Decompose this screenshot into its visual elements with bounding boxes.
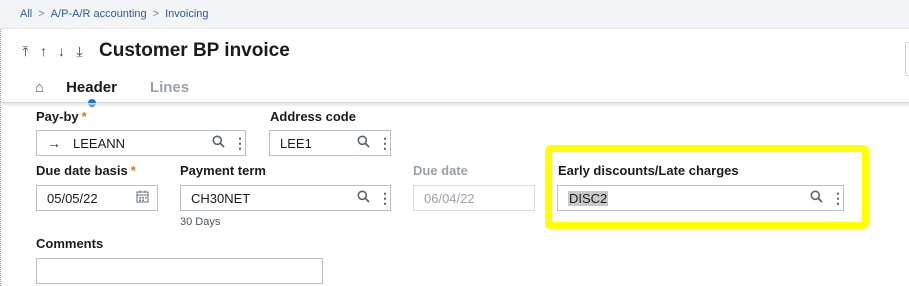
pay-by-value: LEEANN <box>73 135 126 151</box>
address-code-label: Address code <box>270 109 356 124</box>
search-icon[interactable] <box>212 135 225 151</box>
tab-bar: ⌂ Header Lines <box>0 73 909 107</box>
due-date-basis-label-text: Due date basis <box>36 163 128 178</box>
header-shadow <box>0 103 909 107</box>
comments-label: Comments <box>36 236 104 251</box>
pay-by-label-text: Pay-by <box>36 109 79 124</box>
search-icon[interactable] <box>357 135 370 151</box>
breadcrumb-separator: > <box>38 8 45 20</box>
due-date-field: 06/04/22 <box>413 185 535 211</box>
breadcrumb-all[interactable]: All <box>20 8 32 20</box>
required-marker: * <box>130 163 136 178</box>
side-panel-edge[interactable] <box>905 42 909 76</box>
due-date-value: 06/04/22 <box>424 190 475 206</box>
home-icon[interactable]: ⌂ <box>35 79 44 96</box>
breadcrumb-ap-ar-accounting[interactable]: A/P-A/R accounting <box>51 8 147 20</box>
payment-term-description: 30 Days <box>180 216 221 228</box>
required-marker: * <box>81 109 87 124</box>
more-options-icon[interactable]: ⋮ <box>378 190 392 207</box>
due-date-label: Due date <box>413 163 468 178</box>
comments-field[interactable] <box>36 258 323 284</box>
due-date-basis-field[interactable]: 05/05/22 <box>36 185 158 211</box>
pay-by-field[interactable]: → LEEANN ⋮ <box>36 130 247 156</box>
payment-term-value: CH30NET <box>191 190 251 206</box>
more-options-icon[interactable]: ⋮ <box>378 135 392 152</box>
address-code-value: LEE1 <box>280 135 312 151</box>
breadcrumb: All > A/P-A/R accounting > Invoicing <box>0 0 909 29</box>
due-date-basis-label: Due date basis * <box>36 163 136 178</box>
due-date-basis-value: 05/05/22 <box>47 190 98 206</box>
first-record-icon[interactable]: ⤒ <box>20 43 31 60</box>
title-bar: ⤒ ↑ ↓ ⤓ Customer BP invoice <box>0 29 909 73</box>
more-options-icon[interactable]: ⋮ <box>233 135 247 152</box>
tab-header-label: Header <box>66 79 117 96</box>
payment-term-label: Payment term <box>180 163 266 178</box>
search-icon[interactable] <box>357 190 370 206</box>
record-navigation: ⤒ ↑ ↓ ⤓ <box>20 43 85 60</box>
previous-record-icon[interactable]: ↑ <box>38 43 49 59</box>
arrow-right-icon[interactable]: → <box>47 135 61 151</box>
last-record-icon[interactable]: ⤓ <box>74 43 85 60</box>
next-record-icon[interactable]: ↓ <box>56 43 67 59</box>
tab-header[interactable]: Header <box>66 79 117 107</box>
breadcrumb-separator: > <box>152 8 160 20</box>
tab-lines[interactable]: Lines <box>150 79 189 96</box>
breadcrumb-invoicing[interactable]: Invoicing <box>165 8 208 20</box>
address-code-field[interactable]: LEE1 ⋮ <box>269 130 392 156</box>
page-title: Customer BP invoice <box>99 40 290 61</box>
pay-by-label: Pay-by * <box>36 109 87 124</box>
yellow-highlight-annotation <box>545 145 869 229</box>
payment-term-field[interactable]: CH30NET ⋮ <box>180 185 392 211</box>
calendar-icon[interactable] <box>136 190 149 206</box>
